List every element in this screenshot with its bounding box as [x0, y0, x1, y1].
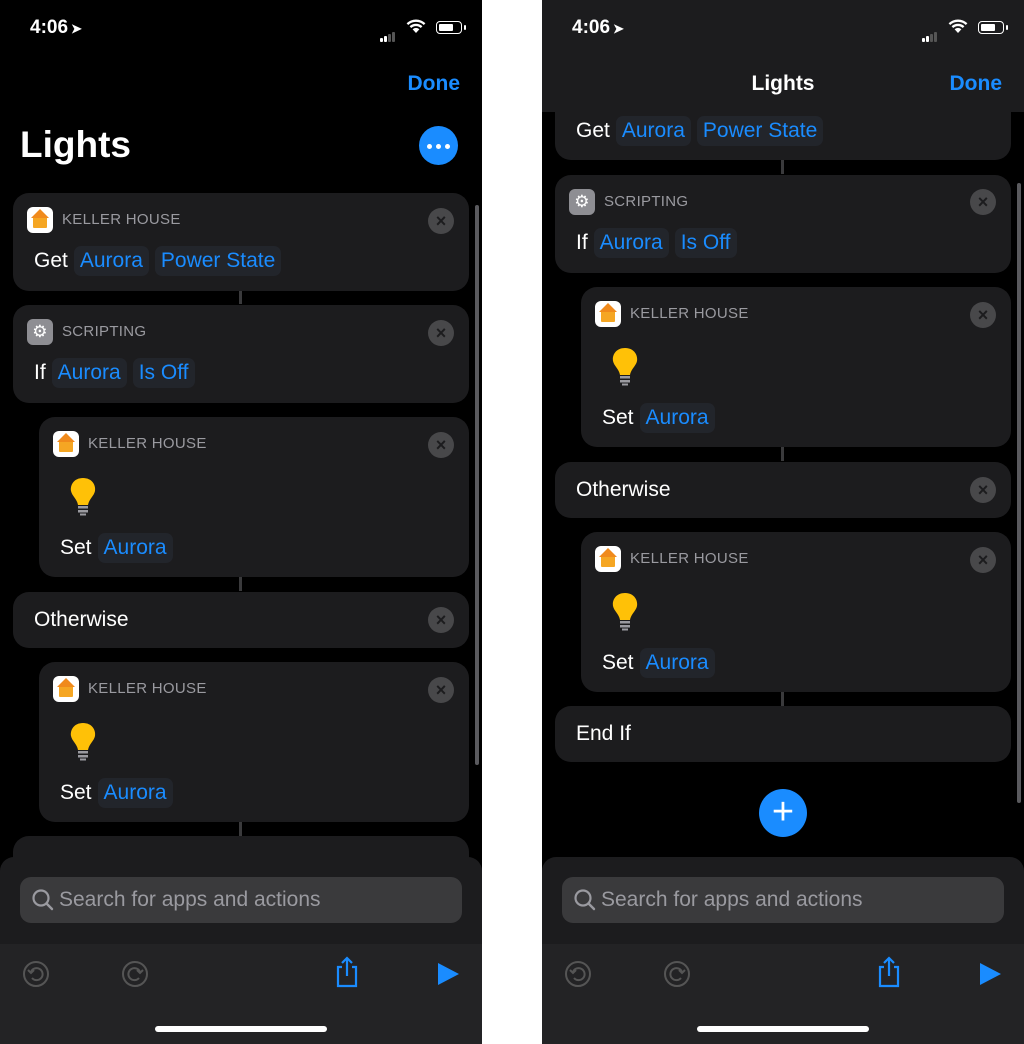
- home-indicator: [697, 1026, 869, 1032]
- flow-connector: [781, 160, 784, 174]
- scene-token[interactable]: Aurora: [97, 533, 173, 563]
- redo-icon[interactable]: [663, 960, 691, 988]
- flow-connector: [781, 692, 784, 706]
- device-token[interactable]: Aurora: [73, 246, 149, 276]
- lightbulb-icon[interactable]: [68, 477, 98, 517]
- status-bar: 4:06 ➤: [542, 0, 1024, 60]
- close-icon[interactable]: ×: [970, 547, 996, 573]
- share-icon[interactable]: [333, 956, 361, 988]
- input-token[interactable]: Aurora: [593, 228, 669, 258]
- otherwise-label: Otherwise: [34, 608, 129, 631]
- flow-connector: [781, 447, 784, 461]
- close-icon[interactable]: ×: [970, 189, 996, 215]
- location-arrow-icon: ➤: [71, 21, 82, 36]
- wifi-icon: [948, 19, 968, 33]
- cellular-signal-icon: [922, 24, 938, 42]
- share-icon[interactable]: [875, 956, 903, 988]
- end-if-card[interactable]: End If: [555, 706, 1011, 762]
- scene-token[interactable]: Aurora: [639, 648, 715, 678]
- search-input[interactable]: Search for apps and actions: [562, 877, 1004, 923]
- close-icon[interactable]: ×: [428, 607, 454, 633]
- condition-token[interactable]: Is Off: [132, 358, 195, 388]
- scripting-gear-icon: ⚙: [569, 189, 595, 215]
- close-icon[interactable]: ×: [428, 432, 454, 458]
- close-icon[interactable]: ×: [970, 302, 996, 328]
- condition-token[interactable]: Is Off: [674, 228, 737, 258]
- flow-connector: [239, 577, 242, 591]
- home-app-icon: [27, 207, 53, 233]
- phone-screen-right: Get Aurora Power State ⚙ SCRIPTING × If Auro…: [542, 0, 1024, 1044]
- set-scene-card[interactable]: KELLER HOUSE × Set Aurora: [39, 417, 469, 577]
- close-icon[interactable]: ×: [428, 320, 454, 346]
- action-line: Set Aurora: [60, 533, 179, 563]
- search-input[interactable]: Search for apps and actions: [20, 877, 462, 923]
- redo-icon[interactable]: [121, 960, 149, 988]
- done-button[interactable]: Done: [950, 72, 1003, 96]
- close-icon[interactable]: ×: [428, 208, 454, 234]
- action-drawer: Search for apps and actions: [542, 857, 1024, 944]
- add-icon: +: [771, 791, 795, 833]
- action-line: If Aurora Is Off: [34, 358, 201, 388]
- scrollbar[interactable]: [1017, 183, 1021, 803]
- battery-icon: [436, 21, 466, 34]
- flow-connector: [239, 822, 242, 836]
- lightbulb-icon[interactable]: [610, 347, 640, 387]
- search-placeholder: Search for apps and actions: [59, 888, 321, 911]
- otherwise-label: Otherwise: [576, 478, 671, 501]
- flow-connector: [239, 291, 242, 304]
- lightbulb-icon[interactable]: [68, 722, 98, 762]
- set-scene-card[interactable]: KELLER HOUSE × Set Aurora: [39, 662, 469, 822]
- end-if-label: End If: [576, 722, 631, 745]
- set-scene-card[interactable]: KELLER HOUSE × Set Aurora: [581, 532, 1011, 692]
- action-line: Set Aurora: [602, 648, 721, 678]
- cellular-signal-icon: [380, 24, 396, 42]
- close-icon[interactable]: ×: [970, 477, 996, 503]
- scene-token[interactable]: Aurora: [639, 403, 715, 433]
- add-action-button[interactable]: +: [759, 789, 807, 837]
- action-line: If Aurora Is Off: [576, 228, 743, 258]
- location-arrow-icon: ➤: [613, 21, 624, 36]
- play-icon[interactable]: [434, 960, 462, 988]
- scene-token[interactable]: Aurora: [97, 778, 173, 808]
- home-app-icon: [595, 301, 621, 327]
- get-action-card[interactable]: KELLER HOUSE × Get Aurora Power State: [13, 193, 469, 291]
- home-indicator: [155, 1026, 327, 1032]
- device-token[interactable]: Aurora: [615, 116, 691, 146]
- if-action-card[interactable]: ⚙ SCRIPTING × If Aurora Is Off: [13, 305, 469, 403]
- close-icon[interactable]: ×: [428, 677, 454, 703]
- home-app-icon: [53, 431, 79, 457]
- home-app-icon: [53, 676, 79, 702]
- search-placeholder: Search for apps and actions: [601, 888, 863, 911]
- otherwise-card[interactable]: Otherwise ×: [13, 592, 469, 648]
- done-button[interactable]: Done: [408, 72, 461, 96]
- status-time: 4:06 ➤: [572, 17, 624, 38]
- action-line: Set Aurora: [602, 403, 721, 433]
- more-icon[interactable]: [419, 126, 458, 165]
- status-bar: 4:06 ➤: [0, 0, 482, 60]
- undo-icon[interactable]: [22, 960, 50, 988]
- shortcut-title: Lights: [20, 124, 131, 165]
- action-drawer: Search for apps and actions: [0, 857, 482, 944]
- lightbulb-icon[interactable]: [610, 592, 640, 632]
- characteristic-token[interactable]: Power State: [154, 246, 282, 276]
- if-action-card[interactable]: ⚙ SCRIPTING × If Aurora Is Off: [555, 175, 1011, 273]
- characteristic-token[interactable]: Power State: [696, 116, 824, 146]
- home-app-icon: [595, 546, 621, 572]
- set-scene-card[interactable]: KELLER HOUSE × Set Aurora: [581, 287, 1011, 447]
- play-icon[interactable]: [976, 960, 1004, 988]
- phone-screen-left: 4:06 ➤ Done Lights KELLER HOUSE × Get Auro…: [0, 0, 482, 1044]
- action-line: Get Aurora Power State: [576, 116, 829, 146]
- otherwise-card[interactable]: Otherwise ×: [555, 462, 1011, 518]
- scrollbar[interactable]: [475, 205, 479, 765]
- action-line: Set Aurora: [60, 778, 179, 808]
- undo-icon[interactable]: [564, 960, 592, 988]
- wifi-icon: [406, 19, 426, 33]
- status-time: 4:06 ➤: [30, 17, 82, 38]
- search-icon: [32, 889, 54, 911]
- scripting-gear-icon: ⚙: [27, 319, 53, 345]
- input-token[interactable]: Aurora: [51, 358, 127, 388]
- search-icon: [574, 889, 596, 911]
- action-line: Get Aurora Power State: [34, 246, 287, 276]
- battery-icon: [978, 21, 1008, 34]
